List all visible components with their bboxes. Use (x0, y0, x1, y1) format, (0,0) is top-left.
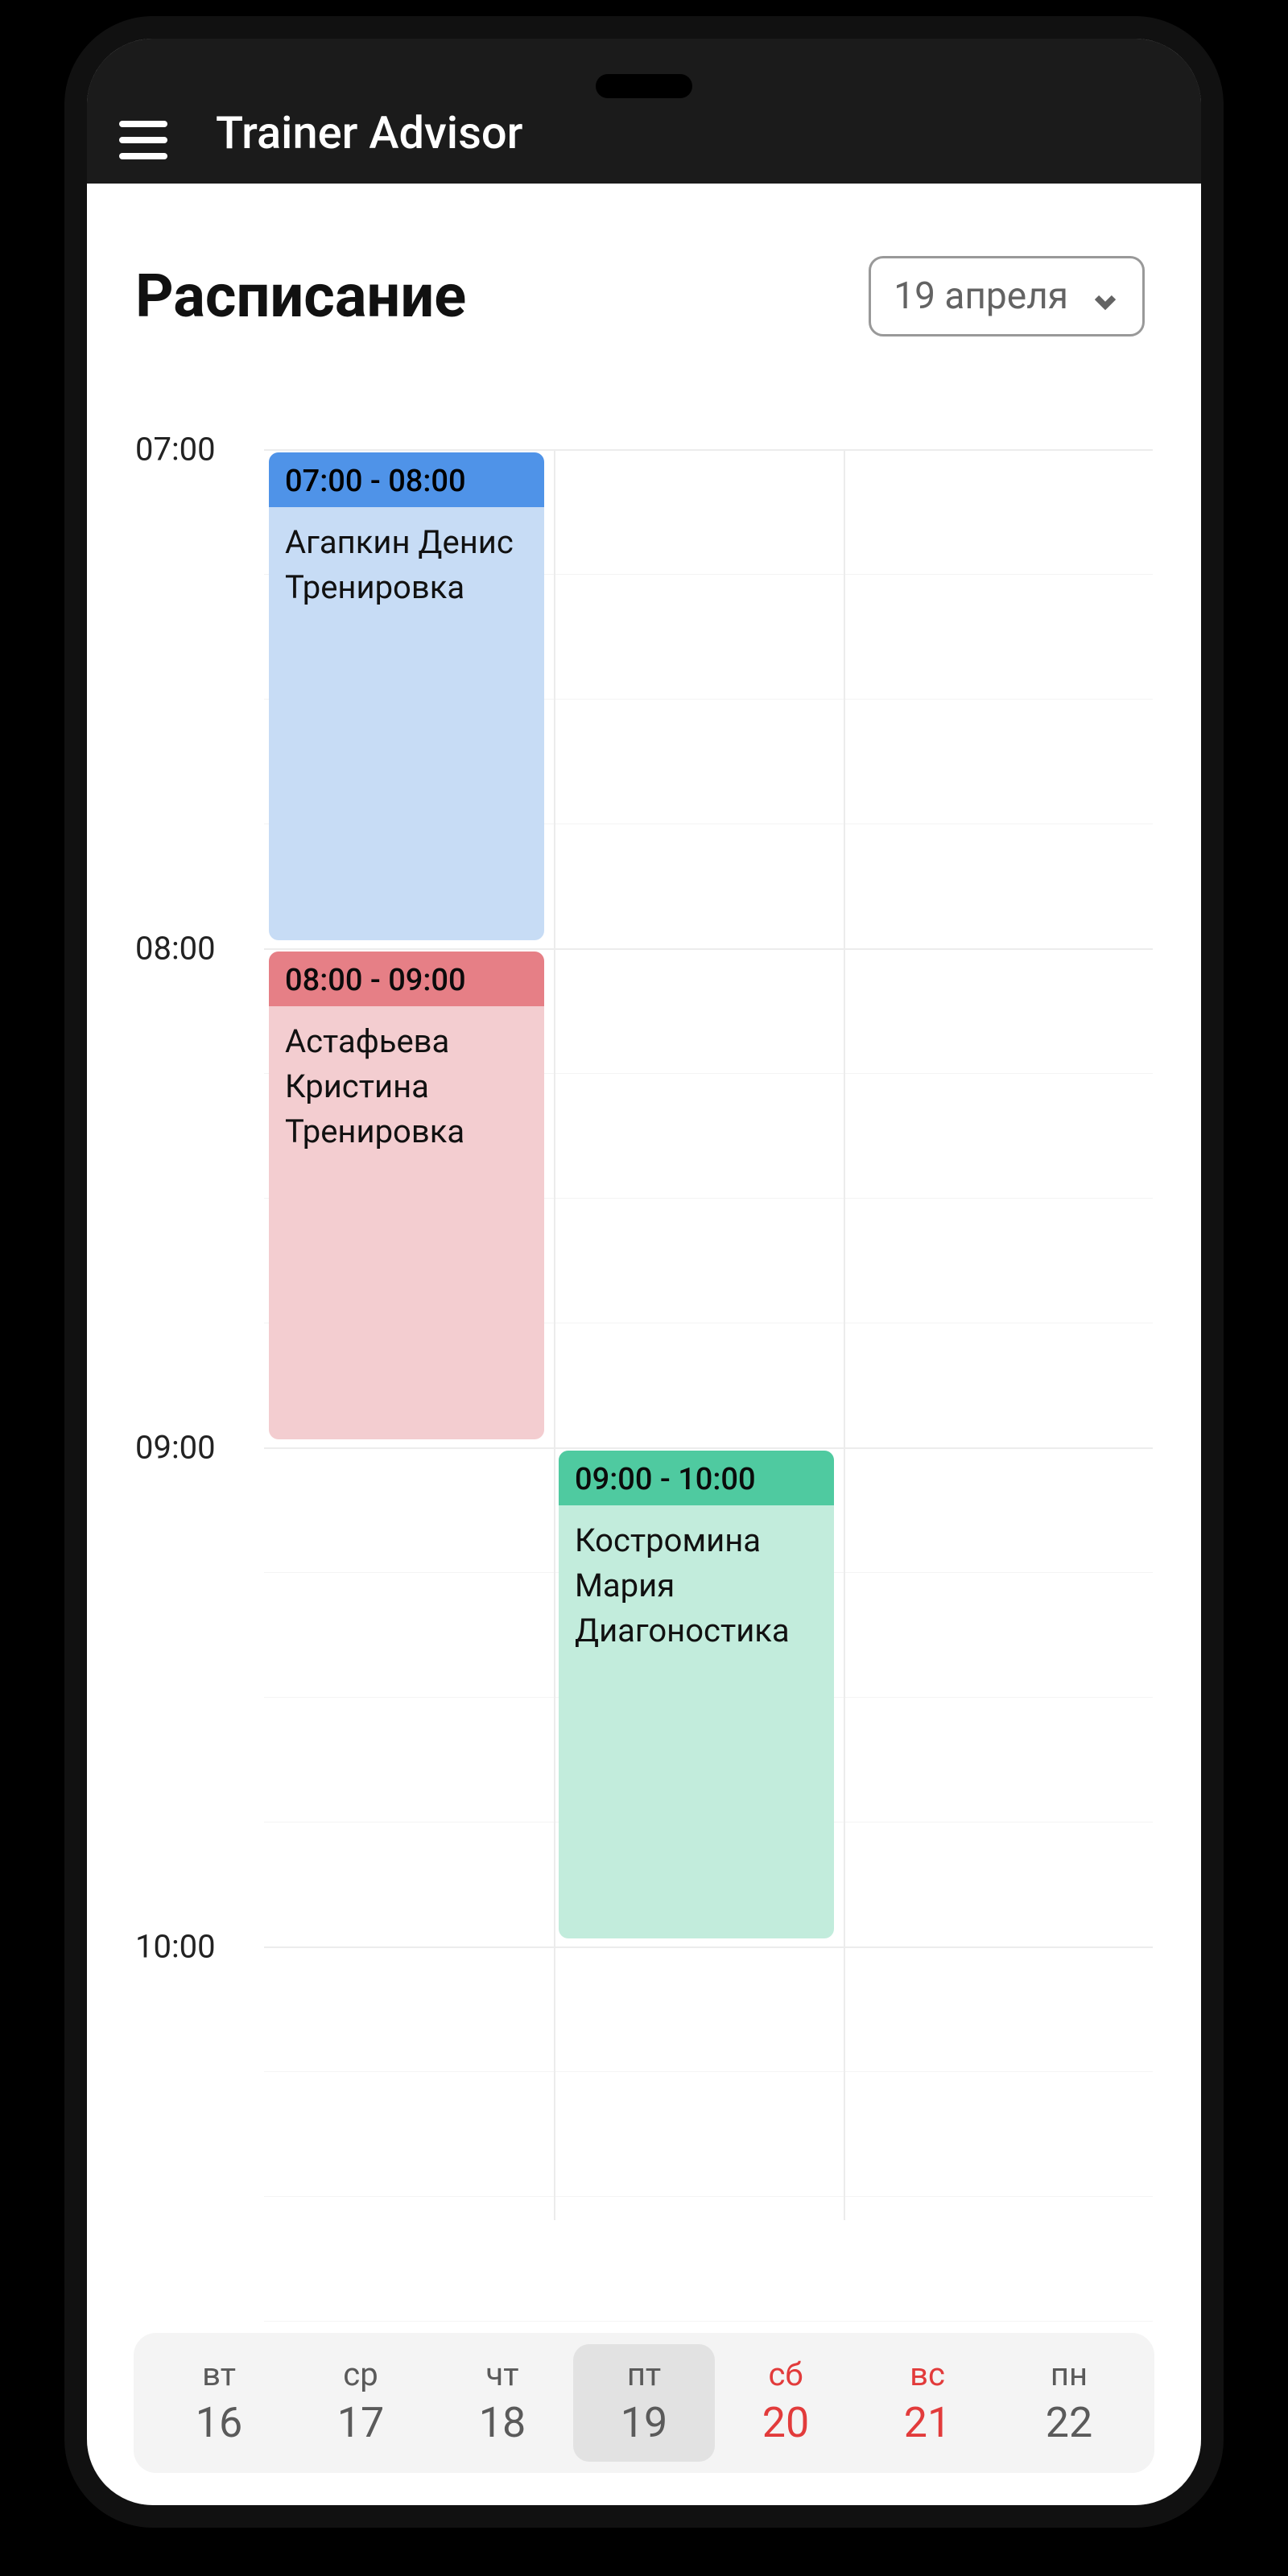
day-cell[interactable]: сб 20 (715, 2344, 857, 2462)
time-label: 09:00 (135, 1429, 216, 1467)
day-column-line (844, 449, 845, 2220)
event-client: Астафьева Кристина (285, 1019, 528, 1109)
day-number: 16 (151, 2398, 287, 2447)
quarter-line (264, 2071, 1153, 2072)
day-number: 19 (576, 2398, 712, 2447)
day-cell[interactable]: пт 19 (573, 2344, 715, 2462)
menu-icon[interactable] (119, 121, 167, 159)
device-notch (596, 74, 692, 98)
grid-area: 07:00 - 08:00Агапкин ДенисТренировка08:0… (264, 449, 1153, 2505)
day-cell[interactable]: пн 22 (998, 2344, 1140, 2462)
day-weekday: чт (435, 2355, 570, 2393)
quarter-line (264, 2196, 1153, 2197)
event-time: 08:00 - 09:00 (269, 952, 544, 1006)
day-column-line (554, 449, 555, 2220)
page-title: Расписание (135, 262, 466, 332)
header-row: Расписание 19 апреля (135, 256, 1153, 336)
event-client: Костромина Мария (575, 1518, 818, 1608)
event-type: Тренировка (285, 565, 528, 610)
event-body: Костромина МарияДиагоностика (559, 1505, 834, 1666)
date-picker[interactable]: 19 апреля (869, 256, 1145, 336)
day-number: 20 (718, 2398, 853, 2447)
day-cell[interactable]: вс 21 (857, 2344, 998, 2462)
event-client: Агапкин Денис (285, 520, 528, 565)
day-cell[interactable]: чт 18 (431, 2344, 573, 2462)
app-bar: Trainer Advisor (87, 39, 1201, 184)
day-number: 21 (860, 2398, 995, 2447)
hour-line (264, 449, 1153, 451)
content: Расписание 19 апреля 07:00 08:00 09:00 10:0… (87, 184, 1201, 2505)
day-weekday: ср (293, 2355, 428, 2393)
hour-line (264, 948, 1153, 950)
event-body: Агапкин ДенисТренировка (269, 507, 544, 623)
schedule-grid[interactable]: 07:0008:0009:0010:00 07:00 - 08:00Агапки… (135, 449, 1153, 2505)
event-time: 09:00 - 10:00 (559, 1451, 834, 1505)
day-number: 22 (1001, 2398, 1137, 2447)
event-type: Тренировка (285, 1109, 528, 1154)
day-weekday: вт (151, 2355, 287, 2393)
event-card[interactable]: 07:00 - 08:00Агапкин ДенисТренировка (269, 452, 544, 940)
event-time: 07:00 - 08:00 (269, 452, 544, 507)
day-weekday: пт (576, 2355, 712, 2393)
day-weekday: сб (718, 2355, 853, 2393)
event-card[interactable]: 08:00 - 09:00Астафьева КристинаТренировк… (269, 952, 544, 1439)
hour-line (264, 1447, 1153, 1449)
quarter-line (264, 2321, 1153, 2322)
day-cell[interactable]: вт 16 (148, 2344, 290, 2462)
event-body: Астафьева КристинаТренировка (269, 1006, 544, 1167)
time-label: 10:00 (135, 1928, 216, 1966)
day-weekday: вс (860, 2355, 995, 2393)
time-label: 08:00 (135, 930, 216, 968)
day-weekday: пн (1001, 2355, 1137, 2393)
day-cell[interactable]: ср 17 (290, 2344, 431, 2462)
chevron-down-icon (1091, 282, 1120, 311)
day-number: 18 (435, 2398, 570, 2447)
phone-frame: Trainer Advisor Расписание 19 апреля 07:… (64, 16, 1224, 2528)
event-card[interactable]: 09:00 - 10:00Костромина МарияДиагоностик… (559, 1451, 834, 1938)
hour-line (264, 1946, 1153, 1948)
app-title: Trainer Advisor (216, 106, 522, 159)
day-bar: вт 16ср 17чт 18пт 19сб 20вс 21пн 22 (134, 2333, 1154, 2473)
day-number: 17 (293, 2398, 428, 2447)
event-type: Диагоностика (575, 1608, 818, 1653)
date-picker-label: 19 апреля (894, 275, 1068, 318)
time-label: 07:00 (135, 431, 216, 469)
